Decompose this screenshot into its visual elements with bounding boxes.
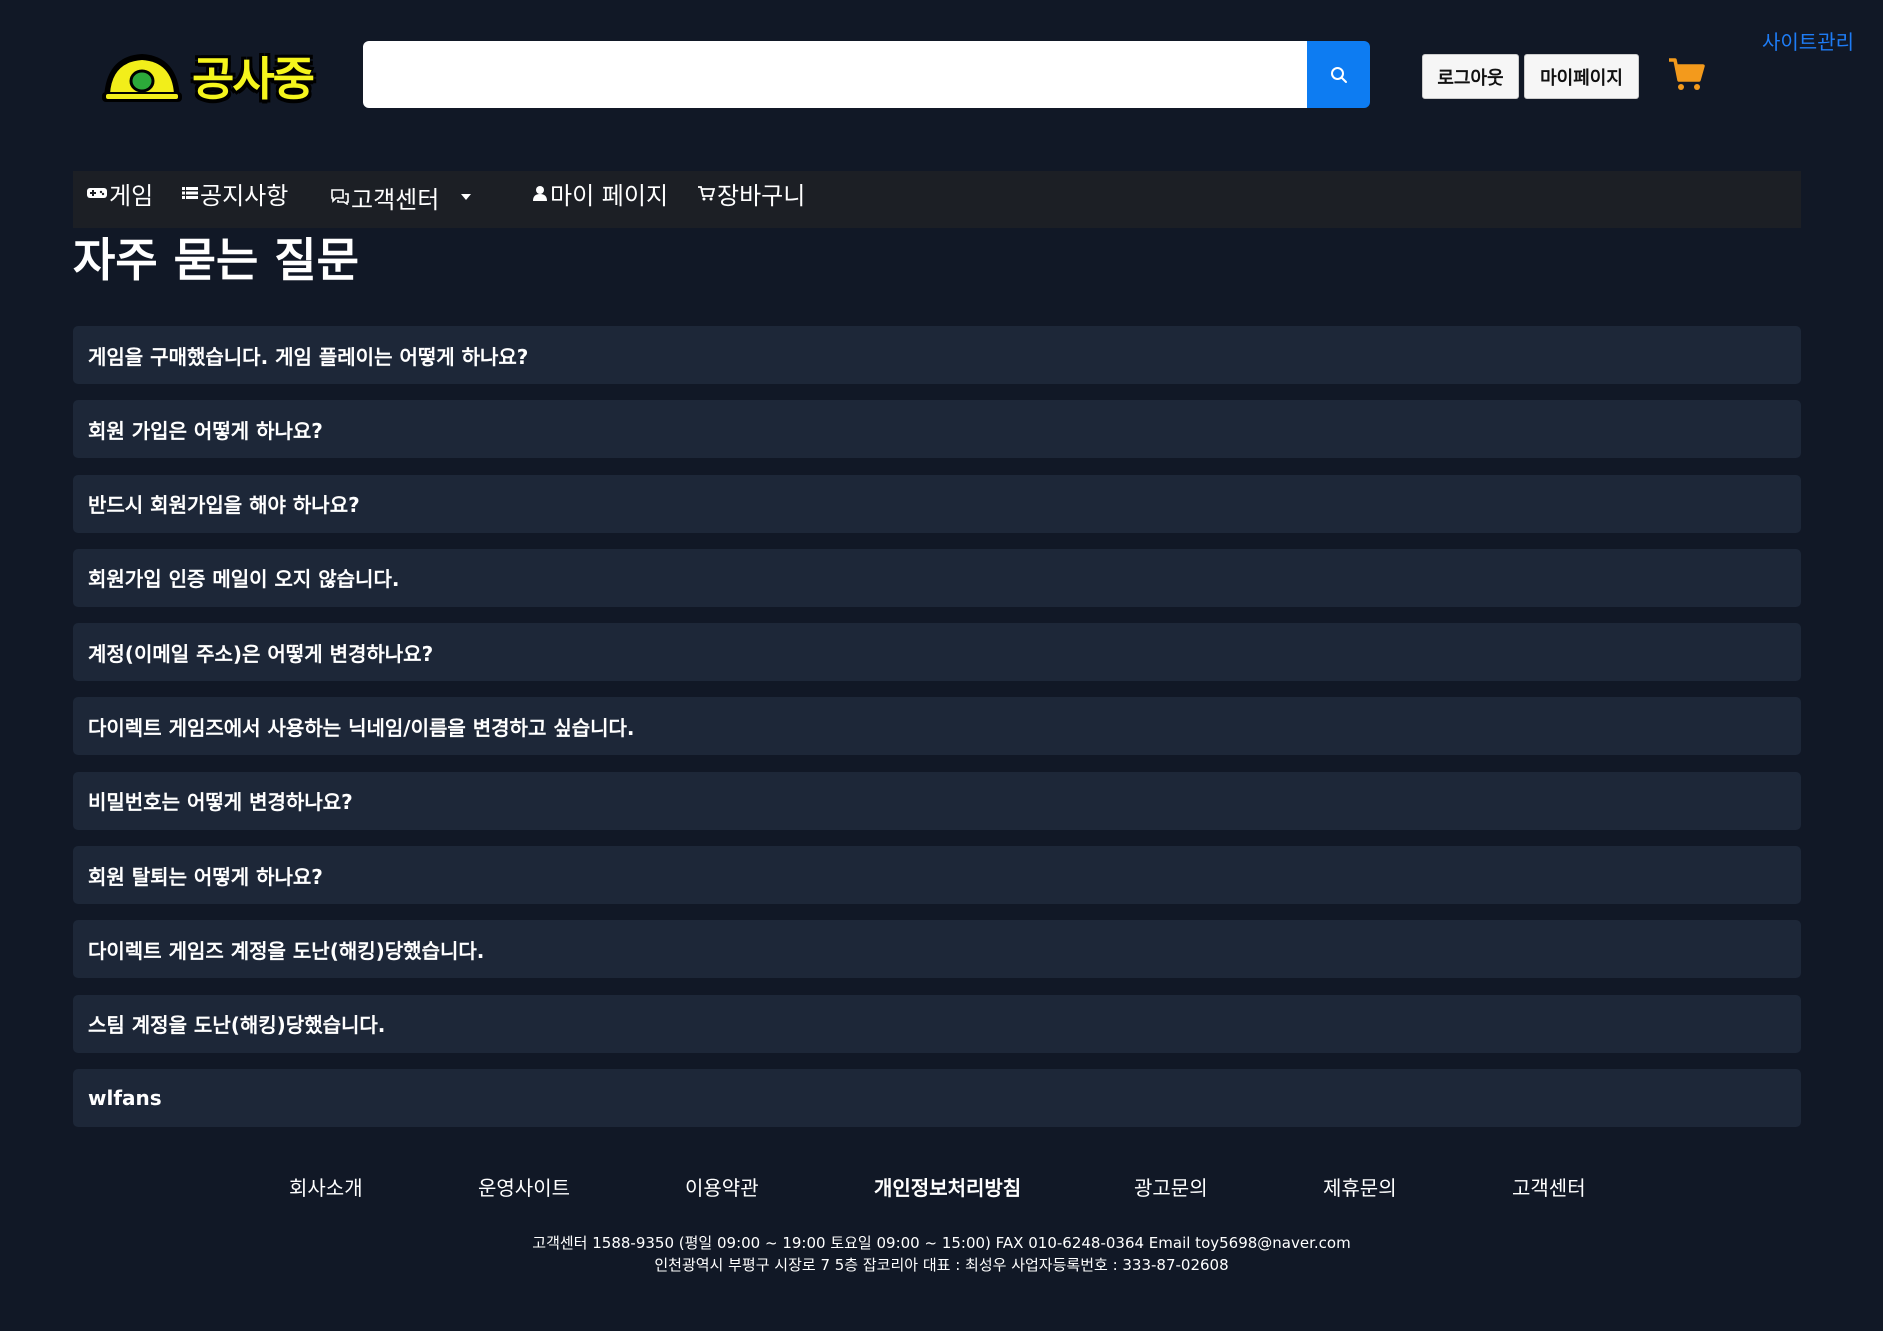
nav-game-label: 게임 <box>109 181 154 210</box>
nav-item-game[interactable]: 게임 <box>87 171 153 215</box>
site-logo[interactable]: 공사중 <box>100 42 330 110</box>
faq-item[interactable]: 회원가입 인증 메일이 오지 않습니다. <box>73 548 1801 607</box>
faq-item[interactable]: 반드시 회원가입을 해야 하나요? <box>73 474 1801 533</box>
faq-item[interactable]: 다이렉트 게임즈에서 사용하는 닉네임/이름을 변경하고 싶습니다. <box>73 697 1801 756</box>
page-title: 자주 묻는 질문 <box>73 233 359 287</box>
nav-item-support[interactable]: 고객센터 <box>331 175 472 219</box>
footer-link-ads[interactable]: 광고문의 <box>1134 1172 1208 1201</box>
cart-icon <box>698 186 715 201</box>
faq-item[interactable]: 게임을 구매했습니다. 게임 플레이는 어떻게 하나요? <box>73 326 1801 384</box>
chevron-down-icon[interactable] <box>461 194 472 200</box>
footer-link-support[interactable]: 고객센터 <box>1512 1172 1586 1201</box>
nav-item-notice[interactable]: 공지사항 <box>182 171 288 215</box>
faq-item[interactable]: 회원 가입은 어떻게 하나요? <box>73 400 1801 459</box>
footer-address-line: 인천광역시 부평구 시장로 7 5층 잡코리아 대표 : 최성우 사업자등록번호… <box>654 1256 1229 1274</box>
faq-item[interactable]: 계정(이메일 주소)은 어떻게 변경하나요? <box>73 623 1801 682</box>
nav-item-mypage[interactable]: 마이 페이지 <box>532 171 668 215</box>
nav-notice-label: 공지사항 <box>200 181 289 210</box>
faq-list: 게임을 구매했습니다. 게임 플레이는 어떻게 하나요? 회원 가입은 어떻게 … <box>73 326 1801 1143</box>
footer-contact-line: 고객센터 1588-9350 (평일 09:00 ~ 19:00 토요일 09:… <box>532 1234 1351 1252</box>
gamepad-icon <box>87 188 107 198</box>
faq-item[interactable]: wlfans <box>73 1068 1801 1127</box>
footer-link-partnership[interactable]: 제휴문의 <box>1323 1172 1397 1201</box>
page: 공사중 로그아웃 마이페이지 사이트관리 게임 공지사항 고객센터 마이 페이지… <box>0 0 1883 1331</box>
nav-cart-label: 장바구니 <box>717 181 806 210</box>
search-button[interactable] <box>1307 41 1370 108</box>
helmet-icon <box>102 54 182 102</box>
list-icon <box>182 187 198 199</box>
footer-link-terms[interactable]: 이용약관 <box>685 1172 759 1201</box>
nav-mypage-label: 마이 페이지 <box>550 181 669 210</box>
footer-links: 회사소개 운영사이트 이용약관 개인정보처리방침 광고문의 제휴문의 고객센터 <box>0 1172 1883 1202</box>
faq-item[interactable]: 회원 탈퇴는 어떻게 하나요? <box>73 846 1801 905</box>
main-nav: 게임 공지사항 고객센터 마이 페이지 장바구니 <box>73 171 1801 228</box>
nav-support-label: 고객센터 <box>351 185 440 214</box>
faq-item[interactable]: 다이렉트 게임즈 계정을 도난(해킹)당했습니다. <box>73 920 1801 979</box>
mypage-button[interactable]: 마이페이지 <box>1524 54 1639 99</box>
search-icon <box>1330 66 1347 83</box>
footer-link-privacy[interactable]: 개인정보처리방침 <box>874 1172 1021 1201</box>
site-admin-link[interactable]: 사이트관리 <box>1762 26 1854 55</box>
search-bar <box>363 41 1370 108</box>
logout-button[interactable]: 로그아웃 <box>1422 54 1519 99</box>
footer-info: 고객센터 1588-9350 (평일 09:00 ~ 19:00 토요일 09:… <box>0 1232 1883 1276</box>
search-input[interactable] <box>363 41 1307 108</box>
chat-icon <box>331 189 349 205</box>
cart-icon[interactable] <box>1667 56 1705 92</box>
nav-item-cart[interactable]: 장바구니 <box>697 171 805 215</box>
logo-text: 공사중 <box>192 52 315 106</box>
person-icon <box>533 186 547 201</box>
footer-link-sites[interactable]: 운영사이트 <box>478 1172 570 1201</box>
footer-link-company[interactable]: 회사소개 <box>289 1172 363 1201</box>
faq-item[interactable]: 스팀 계정을 도난(해킹)당했습니다. <box>73 994 1801 1053</box>
faq-item[interactable]: 비밀번호는 어떻게 변경하나요? <box>73 771 1801 830</box>
